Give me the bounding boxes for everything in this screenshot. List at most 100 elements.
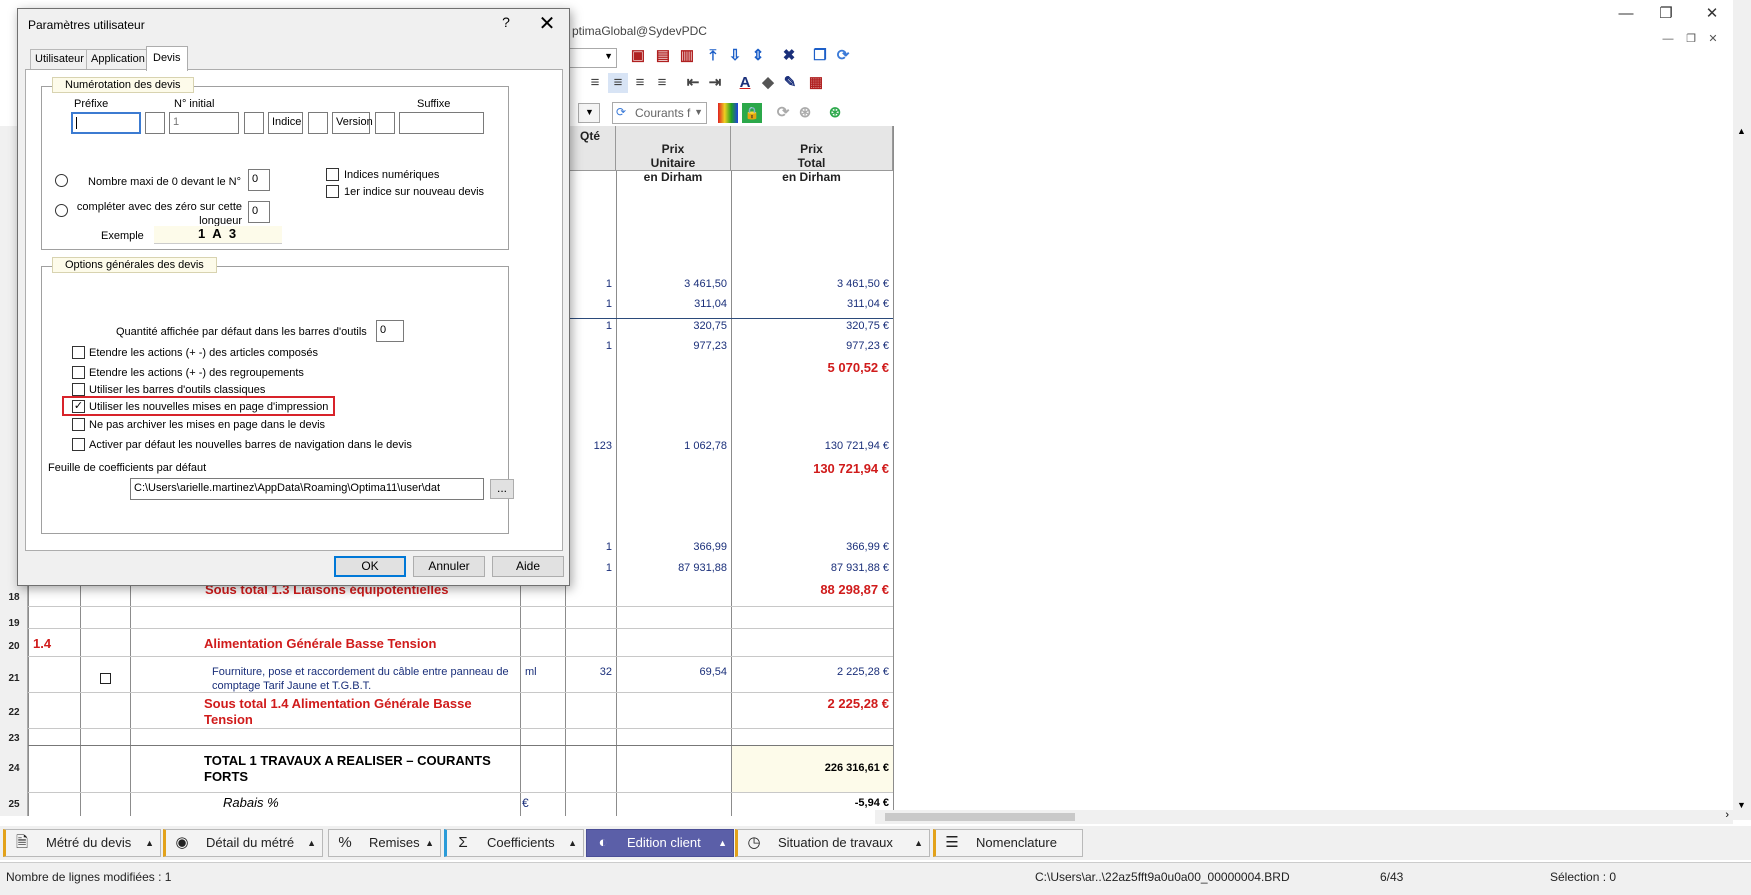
- section-code[interactable]: 1.4: [33, 636, 51, 651]
- delete-format-icon[interactable]: ▦: [806, 73, 826, 93]
- fill-color-icon[interactable]: ◆: [758, 73, 778, 93]
- cell-discount[interactable]: -5,94 €: [732, 797, 889, 809]
- align-right-icon[interactable]: ≡: [630, 73, 650, 93]
- tab-coefficients[interactable]: Σ Coefficients ▲: [444, 829, 584, 857]
- mdi-close-button[interactable]: ✕: [1703, 30, 1723, 48]
- radio-pad-zeros[interactable]: [55, 204, 68, 217]
- cell-qte[interactable]: 1: [566, 562, 612, 574]
- header-prix-unitaire[interactable]: Prix Unitaire en Dirham: [616, 126, 731, 184]
- vertical-scrollbar[interactable]: ▲ ▼: [1733, 0, 1751, 820]
- version-separator-input[interactable]: [308, 112, 328, 134]
- cell-pu[interactable]: 3 461,50: [617, 278, 727, 290]
- grand-total-label[interactable]: TOTAL 1 TRAVAUX A REALISER – COURANTS FO…: [204, 753, 514, 785]
- cell-pu[interactable]: 1 062,78: [617, 440, 727, 452]
- cell-pt[interactable]: 87 931,88 €: [732, 562, 889, 574]
- cell-pt[interactable]: 977,23 €: [732, 340, 889, 352]
- indent-increase-icon[interactable]: ⇥: [705, 73, 725, 93]
- radio-pad-zeros-label[interactable]: compléter avec des zéro sur cette longue…: [74, 200, 242, 228]
- cell-qte[interactable]: 123: [566, 440, 612, 452]
- cell-pt[interactable]: 130 721,94 €: [732, 440, 889, 452]
- link-icon[interactable]: ⟳: [833, 46, 853, 66]
- cell-subtotal[interactable]: 2 225,28 €: [732, 696, 889, 711]
- cell-pt[interactable]: 366,99 €: [732, 541, 889, 553]
- radio-max-zeros-label[interactable]: Nombre maxi de 0 devant le N°: [88, 176, 241, 188]
- mdi-restore-button[interactable]: ❐: [1681, 30, 1701, 48]
- green-refresh-icon[interactable]: ⊛: [825, 103, 845, 123]
- close-button[interactable]: ✕: [1692, 2, 1732, 26]
- pad-zeros-input[interactable]: 0: [248, 201, 270, 223]
- indice-separator-input[interactable]: [244, 112, 264, 134]
- brush-icon[interactable]: ✎: [780, 73, 800, 93]
- restore-button[interactable]: ❐: [1646, 2, 1686, 26]
- horizontal-scrollbar[interactable]: ›: [875, 809, 1733, 824]
- cell-grand-total[interactable]: 226 316,61 €: [732, 762, 889, 774]
- suffix-separator-input[interactable]: [375, 112, 395, 134]
- cell-pu[interactable]: 977,23: [617, 340, 727, 352]
- browse-button[interactable]: ...: [490, 479, 514, 499]
- help-icon[interactable]: ?: [496, 14, 516, 30]
- cell-subtotal[interactable]: 5 070,52 €: [732, 360, 889, 375]
- extend-composed-label[interactable]: Etendre les actions (+ -) des articles c…: [89, 347, 318, 359]
- cell-pt[interactable]: 3 461,50 €: [732, 278, 889, 290]
- checkbox-no-archive-layouts[interactable]: [72, 418, 85, 431]
- discount-label[interactable]: Rabais %: [223, 795, 279, 810]
- scrollbar-thumb[interactable]: [885, 813, 1075, 821]
- checkbox-extend-composed[interactable]: [72, 346, 85, 359]
- ok-button[interactable]: OK: [334, 556, 406, 577]
- indice-input[interactable]: Indice: [268, 112, 303, 134]
- tab-nomenclature[interactable]: ☰ Nomenclature: [933, 829, 1083, 857]
- cell-unit[interactable]: €: [522, 796, 529, 810]
- save-icon[interactable]: ▣: [628, 46, 648, 66]
- indices-numeriques-label[interactable]: Indices numériques: [344, 169, 439, 181]
- checkbox-new-print-layouts[interactable]: ✓: [72, 400, 85, 413]
- default-quantity-input[interactable]: 0: [376, 320, 404, 342]
- close-icon[interactable]: ✕: [535, 11, 559, 36]
- cell-pt[interactable]: 311,04 €: [732, 298, 889, 310]
- tab-remises[interactable]: % Remises ▲: [328, 829, 441, 857]
- checkbox-first-indice[interactable]: [326, 185, 339, 198]
- classic-toolbars-label[interactable]: Utiliser les barres d'outils classiques: [89, 384, 265, 396]
- tab-devis[interactable]: Devis: [146, 46, 188, 71]
- prefix-separator-input[interactable]: [145, 112, 165, 134]
- header-prix-total[interactable]: Prix Total en Dirham: [731, 126, 893, 184]
- move-up-down-icon[interactable]: ⇕: [748, 46, 768, 66]
- scroll-down-icon[interactable]: ▼: [1737, 800, 1746, 810]
- mdi-minimize-button[interactable]: —: [1658, 30, 1678, 48]
- cell-qte[interactable]: 1: [566, 298, 612, 310]
- lock-icon[interactable]: 🔒: [742, 103, 762, 123]
- initial-number-input[interactable]: 1: [169, 112, 239, 134]
- tab-metre-du-devis[interactable]: 🗎 Métré du devis ▲: [3, 829, 161, 857]
- cell-pu[interactable]: 69,54: [617, 666, 727, 678]
- tab-situation-de-travaux[interactable]: ◷ Situation de travaux ▲: [735, 829, 930, 857]
- version-input[interactable]: Version: [332, 112, 373, 134]
- cell-qte[interactable]: 1: [566, 541, 612, 553]
- row-checkbox[interactable]: [100, 673, 111, 684]
- new-print-layouts-label[interactable]: Utiliser les nouvelles mises en page d'i…: [89, 401, 328, 413]
- indent-decrease-icon[interactable]: ⇤: [683, 73, 703, 93]
- paste-icon[interactable]: ▥: [677, 46, 697, 66]
- move-down-icon[interactable]: ⇩: [725, 46, 745, 66]
- header-qte[interactable]: Qté: [565, 126, 616, 171]
- max-zeros-input[interactable]: 0: [248, 169, 270, 191]
- cell-qte[interactable]: 1: [566, 320, 612, 332]
- scroll-right-icon[interactable]: ›: [1725, 809, 1729, 821]
- toolbar-dropdown[interactable]: ▼: [565, 48, 617, 68]
- new-nav-bars-label[interactable]: Activer par défaut les nouvelles barres …: [89, 439, 412, 451]
- section-title[interactable]: Alimentation Générale Basse Tension: [204, 636, 436, 651]
- cell-qte[interactable]: 32: [566, 666, 612, 678]
- tab-utilisateur[interactable]: Utilisateur: [30, 49, 89, 69]
- courants-dropdown[interactable]: ⟳ Courants f ▼: [612, 102, 707, 124]
- font-color-icon[interactable]: A: [735, 73, 755, 93]
- checkbox-classic-toolbars[interactable]: [72, 383, 85, 396]
- minimize-button[interactable]: —: [1606, 2, 1646, 26]
- cell-pu[interactable]: 320,75: [617, 320, 727, 332]
- checkbox-extend-groups[interactable]: [72, 366, 85, 379]
- first-indice-label[interactable]: 1er indice sur nouveau devis: [344, 186, 484, 198]
- help-button[interactable]: Aide: [492, 556, 564, 577]
- filter-dropdown[interactable]: ▼: [578, 103, 600, 123]
- scroll-up-icon[interactable]: ▲: [1737, 126, 1746, 136]
- cell-subtotal[interactable]: 130 721,94 €: [732, 461, 889, 476]
- window-copy-icon[interactable]: ❐: [810, 46, 830, 66]
- cell-pt[interactable]: 2 225,28 €: [732, 666, 889, 678]
- cell-pu[interactable]: 87 931,88: [617, 562, 727, 574]
